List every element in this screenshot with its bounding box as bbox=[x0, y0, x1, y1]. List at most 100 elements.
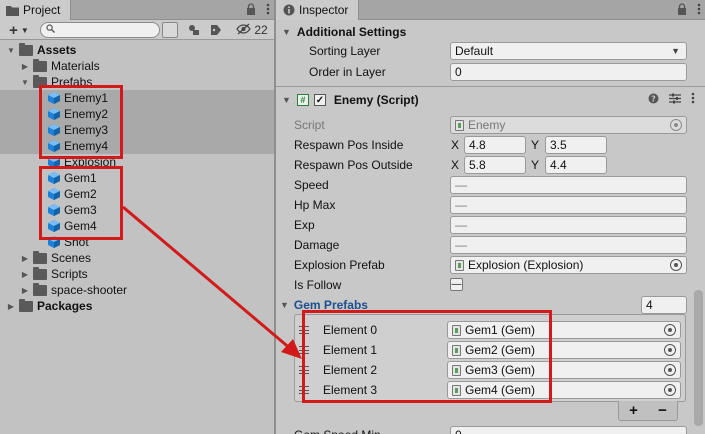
object-picker-icon[interactable] bbox=[664, 344, 676, 356]
lock-icon[interactable] bbox=[677, 2, 687, 18]
project-panel: Project + ▼ 22 ▼ Assets ▶ Materials ▼ Pr… bbox=[0, 0, 274, 434]
damage-field[interactable]: — bbox=[450, 236, 687, 254]
expand-arrow-down-icon[interactable]: ▼ bbox=[6, 45, 16, 55]
kebab-menu-icon[interactable] bbox=[691, 92, 695, 107]
explosion-prefab-label: Explosion Prefab bbox=[294, 258, 385, 272]
search-input[interactable] bbox=[40, 22, 160, 38]
tree-folder-row[interactable]: ▶ Scenes bbox=[0, 250, 274, 266]
sorting-layer-value: Default bbox=[455, 44, 494, 58]
presets-icon[interactable] bbox=[669, 93, 681, 107]
foldout-arrow-icon: ▼ bbox=[282, 27, 291, 37]
tree-item-label: Scripts bbox=[51, 267, 88, 281]
expand-arrow-right-icon[interactable]: ▶ bbox=[20, 269, 30, 279]
create-button[interactable]: + ▼ bbox=[4, 21, 34, 39]
tree-folder-row[interactable]: ▶ Packages bbox=[0, 298, 274, 314]
search-filter-button[interactable] bbox=[162, 22, 178, 38]
additional-settings-header[interactable]: ▼ Additional Settings bbox=[276, 22, 705, 42]
highlight-box-enemies bbox=[39, 85, 123, 159]
plus-icon: + bbox=[9, 21, 18, 39]
folder-icon bbox=[19, 42, 33, 56]
list-footer: + − bbox=[618, 401, 678, 421]
object-picker-icon[interactable] bbox=[664, 384, 676, 396]
foldout-arrow-icon: ▼ bbox=[280, 300, 289, 310]
object-picker-icon[interactable] bbox=[670, 259, 682, 271]
component-enabled-checkbox[interactable]: ✓ bbox=[313, 94, 326, 106]
folder-icon bbox=[33, 58, 47, 72]
tree-item-label: Assets bbox=[37, 43, 77, 57]
respawn-inside-x-label: X bbox=[451, 138, 460, 152]
project-tab[interactable]: Project bbox=[0, 0, 72, 20]
section-divider bbox=[276, 86, 705, 87]
respawn-outside-x-field[interactable]: 5.8 bbox=[464, 156, 526, 174]
script-value: Enemy bbox=[468, 118, 506, 132]
inspector-scrollbar[interactable] bbox=[694, 290, 703, 426]
folder-icon bbox=[6, 5, 19, 16]
kebab-menu-icon[interactable] bbox=[697, 3, 701, 18]
info-icon bbox=[282, 4, 295, 16]
tree-folder-row[interactable]: ▶ Scripts bbox=[0, 266, 274, 282]
inspector-tab-label: Inspector bbox=[299, 3, 349, 17]
exp-field[interactable]: — bbox=[450, 216, 687, 234]
project-tab-bar: Project bbox=[0, 0, 274, 20]
expand-arrow-right-icon[interactable]: ▶ bbox=[20, 61, 30, 71]
filter-by-label-icon[interactable] bbox=[208, 22, 224, 38]
respawn-inside-x-field[interactable]: 4.8 bbox=[464, 136, 526, 154]
order-in-layer-field[interactable]: 0 bbox=[450, 63, 687, 81]
component-header[interactable]: ▼ # ✓ Enemy (Script) bbox=[276, 90, 705, 110]
component-title: Enemy (Script) bbox=[333, 93, 419, 107]
tree-folder-row[interactable]: ▶ Materials bbox=[0, 58, 274, 74]
object-picker-icon[interactable] bbox=[664, 364, 676, 376]
highlight-box-elements bbox=[302, 310, 552, 403]
object-picker-icon[interactable] bbox=[664, 324, 676, 336]
help-icon[interactable]: ? bbox=[648, 93, 659, 107]
expand-arrow-down-icon[interactable]: ▼ bbox=[20, 77, 30, 87]
add-element-button[interactable]: + bbox=[629, 402, 638, 419]
kebab-menu-icon[interactable] bbox=[266, 3, 270, 18]
tree-folder-row[interactable]: ▼ Assets bbox=[0, 42, 274, 58]
filter-by-type-icon[interactable] bbox=[186, 22, 202, 38]
dropdown-arrow-icon: ▼ bbox=[671, 46, 680, 56]
expand-arrow-right-icon[interactable]: ▶ bbox=[6, 301, 16, 311]
script-field: Enemy bbox=[450, 116, 687, 134]
hidden-count: 22 bbox=[254, 23, 268, 37]
gem-speed-min-field[interactable]: 0 bbox=[450, 426, 687, 434]
prefab-asset-icon bbox=[455, 259, 464, 271]
gem-prefabs-size-field[interactable]: 4 bbox=[641, 296, 687, 314]
object-picker-icon bbox=[670, 119, 682, 131]
search-icon bbox=[46, 24, 55, 36]
respawn-outside-y-label: Y bbox=[531, 158, 540, 172]
explosion-prefab-field[interactable]: Explosion (Explosion) bbox=[450, 256, 687, 274]
sorting-layer-dropdown[interactable]: Default ▼ bbox=[450, 42, 687, 60]
additional-settings-title: Additional Settings bbox=[296, 25, 407, 39]
explosion-prefab-value: Explosion (Explosion) bbox=[468, 258, 584, 272]
folder-icon bbox=[33, 250, 47, 264]
expand-arrow-right-icon[interactable]: ▶ bbox=[20, 253, 30, 263]
order-in-layer-label: Order in Layer bbox=[309, 65, 386, 79]
respawn-inside-label: Respawn Pos Inside bbox=[294, 138, 404, 152]
script-icon: # bbox=[296, 94, 309, 106]
tree-folder-row[interactable]: ▶ space-shooter bbox=[0, 282, 274, 298]
expand-arrow-right-icon[interactable]: ▶ bbox=[20, 285, 30, 295]
respawn-inside-y-label: Y bbox=[531, 138, 540, 152]
remove-element-button[interactable]: − bbox=[658, 402, 667, 419]
eye-slash-icon bbox=[236, 23, 252, 38]
tree-item-label: Scenes bbox=[51, 251, 92, 265]
gem-speed-min-label: Gem Speed Min bbox=[294, 426, 381, 434]
inspector-tab[interactable]: Inspector bbox=[276, 0, 360, 20]
is-follow-checkbox[interactable]: — bbox=[450, 278, 463, 291]
respawn-outside-y-field[interactable]: 4.4 bbox=[545, 156, 607, 174]
damage-label: Damage bbox=[294, 238, 340, 252]
respawn-outside-label: Respawn Pos Outside bbox=[294, 158, 413, 172]
inspector-tab-bar: Inspector bbox=[276, 0, 705, 20]
highlight-box-gems bbox=[39, 166, 123, 240]
folder-icon bbox=[19, 298, 33, 312]
hp-max-field[interactable]: — bbox=[450, 196, 687, 214]
project-toolbar: + ▼ 22 bbox=[0, 20, 274, 40]
hidden-packages-toggle[interactable]: 22 bbox=[234, 22, 270, 38]
speed-field[interactable]: — bbox=[450, 176, 687, 194]
respawn-inside-y-field[interactable]: 3.5 bbox=[545, 136, 607, 154]
speed-label: Speed bbox=[294, 178, 329, 192]
chevron-down-icon: ▼ bbox=[20, 25, 29, 35]
lock-icon[interactable] bbox=[246, 2, 256, 18]
script-asset-icon bbox=[455, 119, 464, 131]
